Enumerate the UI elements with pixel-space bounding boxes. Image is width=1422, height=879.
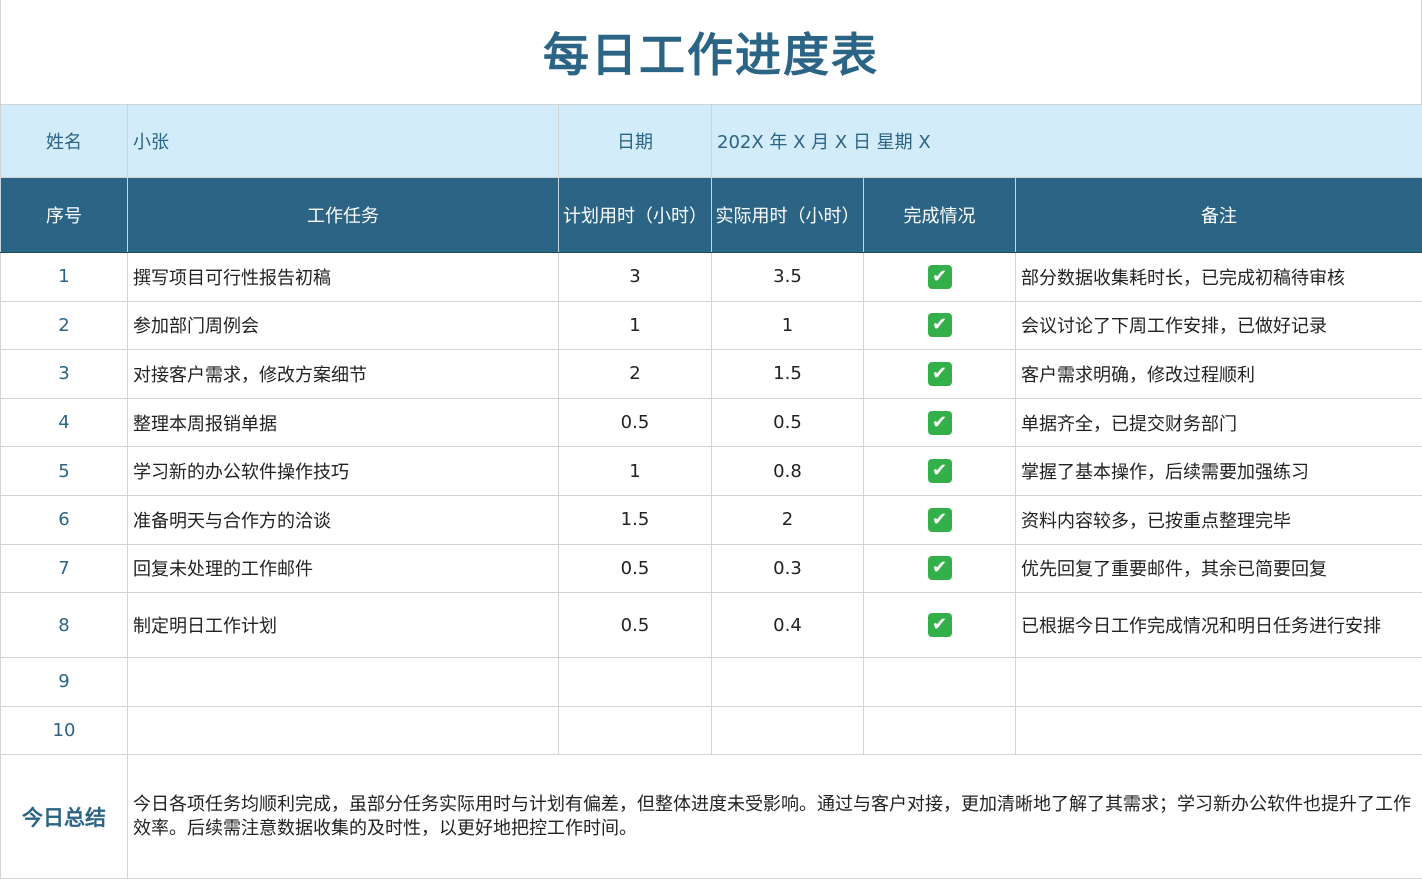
row-status[interactable] — [864, 706, 1016, 755]
row-task[interactable]: 整理本周报销单据 — [128, 398, 559, 447]
table-row: 7回复未处理的工作邮件0.50.3 ✔ 优先回复了重要邮件，其余已简要回复 — [1, 544, 1422, 593]
row-status[interactable]: ✔ — [864, 350, 1016, 399]
check-mark-icon: ✔ — [928, 313, 952, 337]
row-actual[interactable]: 0.4 — [712, 593, 864, 658]
row-index[interactable]: 1 — [1, 253, 128, 302]
row-actual[interactable] — [712, 658, 864, 707]
header-status: 完成情况 — [864, 178, 1016, 253]
row-planned[interactable]: 1 — [559, 301, 712, 350]
name-value[interactable]: 小张 — [128, 105, 559, 178]
header-planned: 计划用时（小时） — [559, 178, 712, 253]
row-planned[interactable]: 0.5 — [559, 593, 712, 658]
table-row: 1撰写项目可行性报告初稿33.5 ✔ 部分数据收集耗时长，已完成初稿待审核 — [1, 253, 1422, 302]
row-actual[interactable]: 2 — [712, 495, 864, 544]
row-note[interactable]: 资料内容较多，已按重点整理完毕 — [1016, 495, 1422, 544]
row-note[interactable]: 客户需求明确，修改过程顺利 — [1016, 350, 1422, 399]
check-mark-icon: ✔ — [928, 613, 952, 637]
row-status[interactable] — [864, 658, 1016, 707]
row-task[interactable] — [128, 706, 559, 755]
row-task[interactable]: 撰写项目可行性报告初稿 — [128, 253, 559, 302]
header-index: 序号 — [1, 178, 128, 253]
row-index[interactable]: 8 — [1, 593, 128, 658]
check-mark-icon: ✔ — [928, 556, 952, 580]
row-planned[interactable]: 1 — [559, 447, 712, 496]
row-index[interactable]: 6 — [1, 495, 128, 544]
date-value[interactable]: 202X 年 X 月 X 日 星期 X — [712, 105, 1422, 178]
row-planned[interactable]: 0.5 — [559, 544, 712, 593]
row-planned[interactable]: 1.5 — [559, 495, 712, 544]
table-row: 5学习新的办公软件操作技巧10.8 ✔ 掌握了基本操作，后续需要加强练习 — [1, 447, 1422, 496]
row-planned[interactable] — [559, 658, 712, 707]
row-index[interactable]: 9 — [1, 658, 128, 707]
table-row: 9 — [1, 658, 1422, 707]
summary-text[interactable]: 今日各项任务均顺利完成，虽部分任务实际用时与计划有偏差，但整体进度未受影响。通过… — [128, 755, 1422, 879]
table-row: 4整理本周报销单据0.50.5✔单据齐全，已提交财务部门 — [1, 398, 1422, 447]
row-task[interactable]: 参加部门周例会 — [128, 301, 559, 350]
check-mark-icon: ✔ — [928, 508, 952, 532]
row-actual[interactable] — [712, 706, 864, 755]
summary-label: 今日总结 — [1, 755, 128, 879]
row-note[interactable] — [1016, 658, 1422, 707]
row-actual[interactable]: 0.3 — [712, 544, 864, 593]
row-index[interactable]: 5 — [1, 447, 128, 496]
row-task[interactable]: 准备明天与合作方的洽谈 — [128, 495, 559, 544]
row-status[interactable]: ✔ — [864, 593, 1016, 658]
row-status[interactable]: ✔ — [864, 301, 1016, 350]
row-task[interactable]: 对接客户需求，修改方案细节 — [128, 350, 559, 399]
header-row: 序号 工作任务 计划用时（小时） 实际用时（小时） 完成情况 备注 — [1, 178, 1422, 253]
row-note[interactable] — [1016, 706, 1422, 755]
summary-row: 今日总结 今日各项任务均顺利完成，虽部分任务实际用时与计划有偏差，但整体进度未受… — [1, 755, 1422, 879]
row-note[interactable]: 部分数据收集耗时长，已完成初稿待审核 — [1016, 253, 1422, 302]
header-note: 备注 — [1016, 178, 1422, 253]
row-planned[interactable]: 2 — [559, 350, 712, 399]
row-status[interactable]: ✔ — [864, 253, 1016, 302]
check-mark-icon: ✔ — [928, 411, 952, 435]
name-label: 姓名 — [1, 105, 128, 178]
row-index[interactable]: 4 — [1, 398, 128, 447]
row-actual[interactable]: 0.5 — [712, 398, 864, 447]
row-index[interactable]: 3 — [1, 350, 128, 399]
info-row: 姓名 小张 日期 202X 年 X 月 X 日 星期 X — [1, 105, 1422, 178]
table-row: 2参加部门周例会11✔会议讨论了下周工作安排，已做好记录 — [1, 301, 1422, 350]
row-actual[interactable]: 0.8 — [712, 447, 864, 496]
worksheet: 每日工作进度表 姓名 小张 日期 202X 年 X 月 X 日 星期 X 序号 … — [0, 0, 1422, 878]
row-task[interactable]: 制定明日工作计划 — [128, 593, 559, 658]
table-row: 8制定明日工作计划0.50.4 ✔ 已根据今日工作完成情况和明日任务进行安排 — [1, 593, 1422, 658]
row-note[interactable]: 单据齐全，已提交财务部门 — [1016, 398, 1422, 447]
page-title: 每日工作进度表 — [0, 0, 1422, 104]
date-label: 日期 — [559, 105, 712, 178]
row-status[interactable]: ✔ — [864, 544, 1016, 593]
row-index[interactable]: 10 — [1, 706, 128, 755]
row-status[interactable]: ✔ — [864, 447, 1016, 496]
row-note[interactable]: 掌握了基本操作，后续需要加强练习 — [1016, 447, 1422, 496]
row-actual[interactable]: 3.5 — [712, 253, 864, 302]
row-planned[interactable] — [559, 706, 712, 755]
row-actual[interactable]: 1.5 — [712, 350, 864, 399]
table-row: 10 — [1, 706, 1422, 755]
row-planned[interactable]: 3 — [559, 253, 712, 302]
check-mark-icon: ✔ — [928, 459, 952, 483]
check-mark-icon: ✔ — [928, 362, 952, 386]
table-row: 3对接客户需求，修改方案细节21.5 ✔ 客户需求明确，修改过程顺利 — [1, 350, 1422, 399]
row-note[interactable]: 优先回复了重要邮件，其余已简要回复 — [1016, 544, 1422, 593]
row-status[interactable]: ✔ — [864, 398, 1016, 447]
header-actual: 实际用时（小时） — [712, 178, 864, 253]
row-index[interactable]: 2 — [1, 301, 128, 350]
progress-table: 姓名 小张 日期 202X 年 X 月 X 日 星期 X 序号 工作任务 计划用… — [0, 104, 1422, 879]
row-note[interactable]: 会议讨论了下周工作安排，已做好记录 — [1016, 301, 1422, 350]
check-mark-icon: ✔ — [928, 265, 952, 289]
table-row: 6准备明天与合作方的洽谈1.52 ✔ 资料内容较多，已按重点整理完毕 — [1, 495, 1422, 544]
row-task[interactable]: 学习新的办公软件操作技巧 — [128, 447, 559, 496]
row-task[interactable]: 回复未处理的工作邮件 — [128, 544, 559, 593]
row-status[interactable]: ✔ — [864, 495, 1016, 544]
header-task: 工作任务 — [128, 178, 559, 253]
row-note[interactable]: 已根据今日工作完成情况和明日任务进行安排 — [1016, 593, 1422, 658]
row-planned[interactable]: 0.5 — [559, 398, 712, 447]
row-index[interactable]: 7 — [1, 544, 128, 593]
row-task[interactable] — [128, 658, 559, 707]
row-actual[interactable]: 1 — [712, 301, 864, 350]
